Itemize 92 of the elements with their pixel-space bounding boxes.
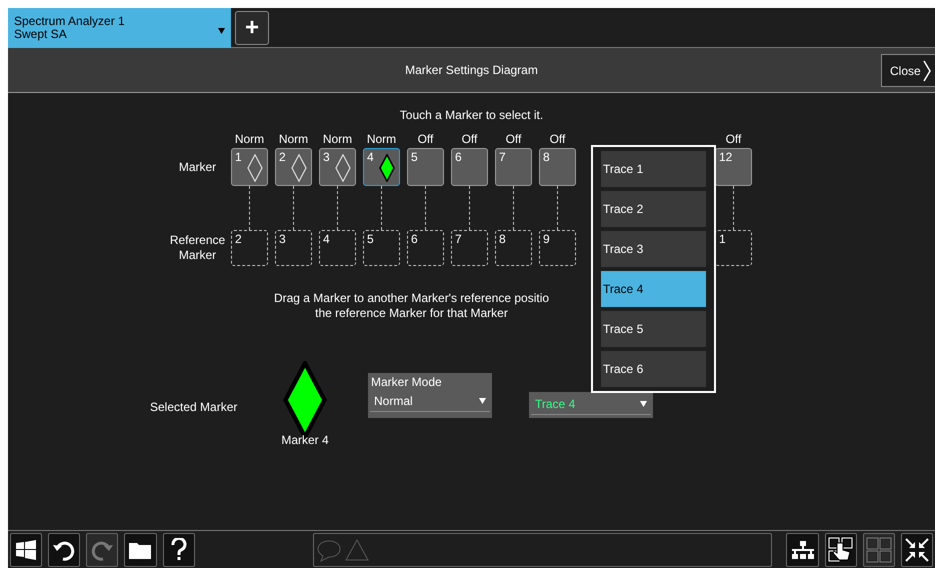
trace-option[interactable]: Trace 5 [601,311,706,347]
marker-mode-label: Norm [234,132,266,148]
touch-hand-icon [828,536,854,562]
close-button[interactable]: Close [881,54,935,87]
toolbar-button[interactable] [786,532,819,566]
redo-icon [90,538,114,560]
marker-number: 5 [411,150,418,164]
reference-number: 9 [543,232,550,246]
marker-tile[interactable]: 2 [275,148,312,186]
marker-tile[interactable]: 12 [715,148,752,186]
marker-mode-label: Off [724,132,742,148]
marker-tile[interactable]: 5 [407,148,444,186]
marker-number: 6 [455,150,462,164]
trace-option[interactable]: Trace 4 [601,271,706,307]
reference-marker-slot[interactable]: 2 [231,230,268,266]
reference-number: 3 [279,232,286,246]
trace-dropdown[interactable]: Trace 4 [529,392,653,418]
grid-icon [866,536,892,562]
warning-triangle-icon [344,538,370,562]
marker-tile[interactable]: 3 [319,148,356,186]
dialog-title: Marker Settings Diagram [405,63,538,77]
instrument-tab[interactable]: Spectrum Analyzer 1 Swept SA [8,8,231,48]
marker-tile[interactable]: 4 [363,148,400,186]
toolbar-button[interactable] [824,532,857,566]
marker-number: 2 [279,150,286,164]
chevron-icon [922,60,931,82]
help-icon [170,538,187,562]
collapse-arrows-icon [904,536,930,562]
marker-mode-label: Norm [278,132,310,148]
reference-number: 7 [455,232,462,246]
marker-number: 8 [543,150,550,164]
dropdown-caret-icon [218,28,225,34]
instruction-text: Touch a Marker to select it. [400,108,544,122]
reference-marker-slot[interactable]: 9 [539,230,576,266]
reference-marker-slot[interactable]: 3 [275,230,312,266]
speech-bubble-icon [316,538,342,562]
instrument-mode: Swept SA [14,28,68,40]
instrument-title: Spectrum Analyzer 1 [14,14,125,28]
drag-hint-text: Drag a Marker to another Marker's reference positio the reference Marker for that Marker [274,291,550,321]
reference-number: 8 [499,232,506,246]
network-icon [790,538,815,560]
marker-number: 3 [323,150,330,164]
trace-option[interactable]: Trace 1 [601,151,706,187]
selected-marker-label: Selected Marker [150,400,238,414]
reference-number: 1 [719,232,726,246]
marker-tile[interactable]: 8 [539,148,576,186]
marker-mode-value: Normal [374,394,413,408]
reference-marker-slot[interactable]: 6 [407,230,444,266]
diamond-icon [247,154,263,182]
marker-mode-label: Marker Mode [370,375,443,389]
trace-value: Trace 4 [535,397,576,411]
reference-number: 4 [323,232,330,246]
marker-row-label: Marker [178,160,216,174]
trace-option[interactable]: Trace 3 [601,231,706,267]
marker-tile[interactable]: 6 [451,148,488,186]
marker-mode-label: Norm [322,132,354,148]
trace-option[interactable]: Trace 2 [601,191,706,227]
marker-number: 1 [235,150,242,164]
windows-icon [15,538,38,560]
reference-marker-slot[interactable]: 5 [363,230,400,266]
diamond-icon [379,154,395,182]
marker-tile[interactable]: 1 [231,148,268,186]
marker-number: 7 [499,150,506,164]
toolbar-button[interactable] [900,532,934,566]
add-instrument-button[interactable]: + [235,10,269,44]
reference-number: 6 [411,232,418,246]
reference-number: 5 [367,232,374,246]
marker-mode-dropdown[interactable]: Marker Mode Normal [368,373,492,418]
marker-mode-label: Norm [366,132,398,148]
reference-number: 2 [235,232,242,246]
diamond-icon [291,154,307,182]
marker-number: 4 [367,150,374,164]
reference-marker-slot[interactable]: 8 [495,230,532,266]
reference-marker-slot[interactable]: 4 [319,230,356,266]
marker-mode-label: Off [460,132,478,148]
marker-mode-label: Off [548,132,566,148]
dropdown-caret-icon [479,398,486,404]
diamond-icon [335,154,351,182]
selected-marker-caption: Marker 4 [281,433,329,447]
toolbar-button[interactable] [48,532,80,566]
marker-mode-label: Off [416,132,434,148]
marker-number: 12 [719,150,732,164]
dropdown-caret-icon [640,401,647,407]
undo-icon [52,538,76,560]
marker-mode-label: Off [504,132,522,148]
toolbar-button[interactable] [124,532,157,566]
reference-marker-slot[interactable]: 7 [451,230,488,266]
trace-option[interactable]: Trace 6 [601,351,706,387]
reference-row-label: Reference Marker [168,233,226,263]
toolbar-button[interactable] [10,532,42,566]
toolbar-button[interactable] [162,532,195,566]
marker-tile[interactable]: 7 [495,148,532,186]
